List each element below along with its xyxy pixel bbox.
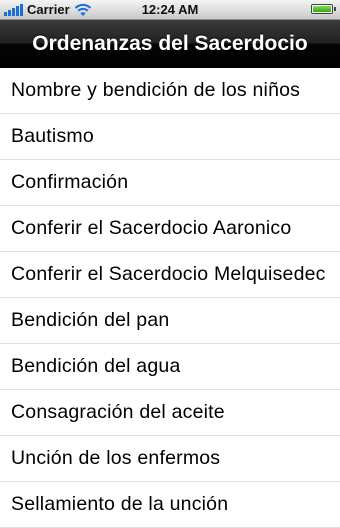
- list-item-label: Unción de los enfermos: [11, 447, 221, 469]
- list-item[interactable]: Conferir el Sacerdocio Aaronico: [0, 206, 340, 252]
- list-item[interactable]: Consagración del aceite: [0, 390, 340, 436]
- status-time: 12:24 AM: [141, 2, 199, 17]
- list-item-label: Nombre y bendición de los niños: [11, 79, 301, 101]
- page-title: Ordenanzas del Sacerdocio: [32, 31, 308, 55]
- ordinance-list: Nombre y bendición de los niños Bautismo…: [0, 68, 340, 528]
- list-item-label: Conferir el Sacerdocio Melquisedec: [11, 263, 326, 285]
- battery-icon: [311, 4, 336, 14]
- list-item[interactable]: Nombre y bendición de los niños: [0, 68, 340, 114]
- list-item-label: Bendición del agua: [11, 355, 181, 377]
- navigation-bar: Ordenanzas del Sacerdocio: [0, 20, 340, 68]
- list-item-label: Bautismo: [11, 125, 94, 147]
- list-item[interactable]: Bautismo: [0, 114, 340, 160]
- list-item[interactable]: Sellamiento de la unción: [0, 482, 340, 528]
- list-item[interactable]: Bendición del pan: [0, 298, 340, 344]
- list-item[interactable]: Conferir el Sacerdocio Melquisedec: [0, 252, 340, 298]
- list-item-label: Consagración del aceite: [11, 401, 225, 423]
- list-item[interactable]: Confirmación: [0, 160, 340, 206]
- list-item-label: Conferir el Sacerdocio Aaronico: [11, 217, 292, 239]
- list-item-label: Confirmación: [11, 171, 129, 193]
- list-item[interactable]: Bendición del agua: [0, 344, 340, 390]
- list-item-label: Sellamiento de la unción: [11, 493, 229, 515]
- list-item-label: Bendición del pan: [11, 309, 170, 331]
- status-bar: Carrier 12:24 AM: [0, 0, 340, 20]
- list-item[interactable]: Unción de los enfermos: [0, 436, 340, 482]
